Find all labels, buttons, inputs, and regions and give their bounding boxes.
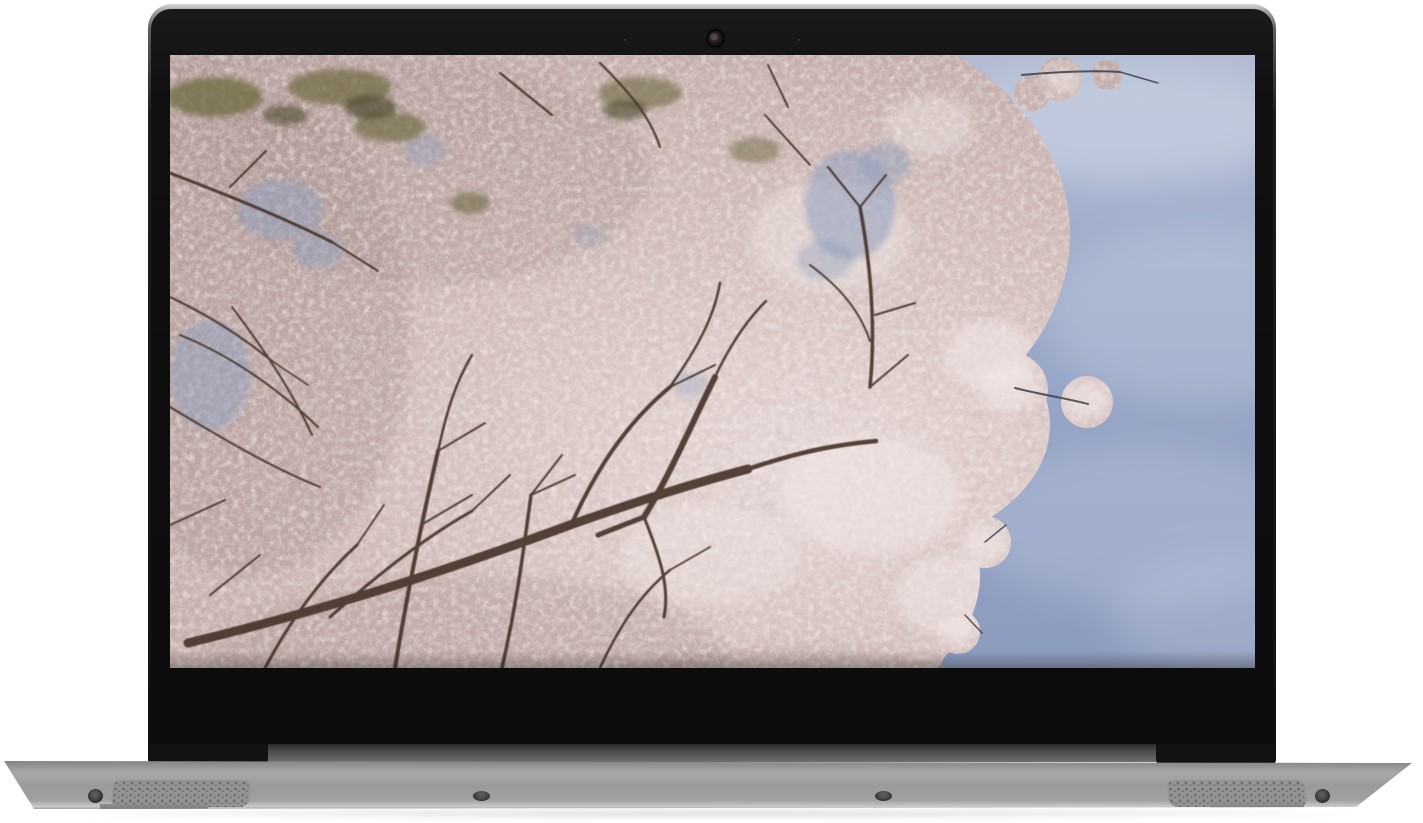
ground-shadow (60, 809, 1360, 818)
cherry-blossom-wallpaper (170, 55, 1255, 668)
product-photo: { "scene": { "description": "Product pho… (0, 0, 1423, 823)
webcam-icon (708, 31, 723, 46)
microphone-hole-right-icon (797, 37, 801, 41)
screw-left-icon (88, 789, 103, 803)
laptop-base (4, 758, 1416, 812)
speaker-grille-right-icon (1167, 780, 1308, 807)
microphone-hole-left-icon (623, 37, 627, 41)
frame-shadow (170, 651, 1255, 668)
laptop-screen (170, 55, 1255, 668)
hinge-gap (150, 744, 1274, 762)
screw-front-left-icon (473, 791, 490, 801)
screw-right-icon (1315, 789, 1330, 803)
hinge-tab-left (148, 744, 268, 764)
screw-front-right-icon (875, 791, 892, 801)
hinge-tab-right (1156, 744, 1276, 764)
speaker-grille-left-icon (111, 780, 252, 807)
